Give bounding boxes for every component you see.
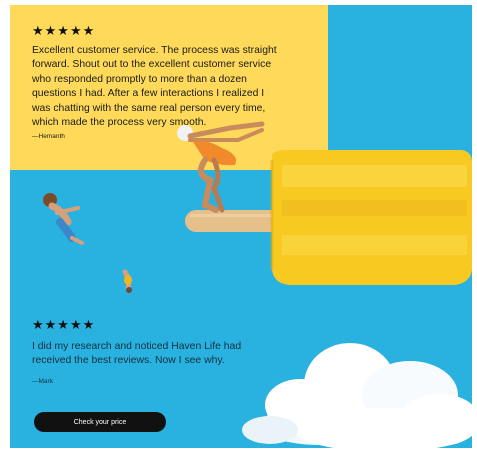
- check-price-button[interactable]: Check your price: [34, 412, 166, 432]
- rating-stars: ★★★★★: [32, 24, 96, 39]
- hero-canvas: ★★★★★ Excellent customer service. The pr…: [0, 0, 477, 453]
- review-author: —Mark: [32, 378, 53, 385]
- review-text: Excellent customer service. The process …: [32, 45, 277, 129]
- review-text: I did my research and noticed Haven Life…: [32, 341, 242, 367]
- rating-stars: ★★★★★: [32, 318, 96, 333]
- review-author: —Hemanth: [32, 133, 65, 140]
